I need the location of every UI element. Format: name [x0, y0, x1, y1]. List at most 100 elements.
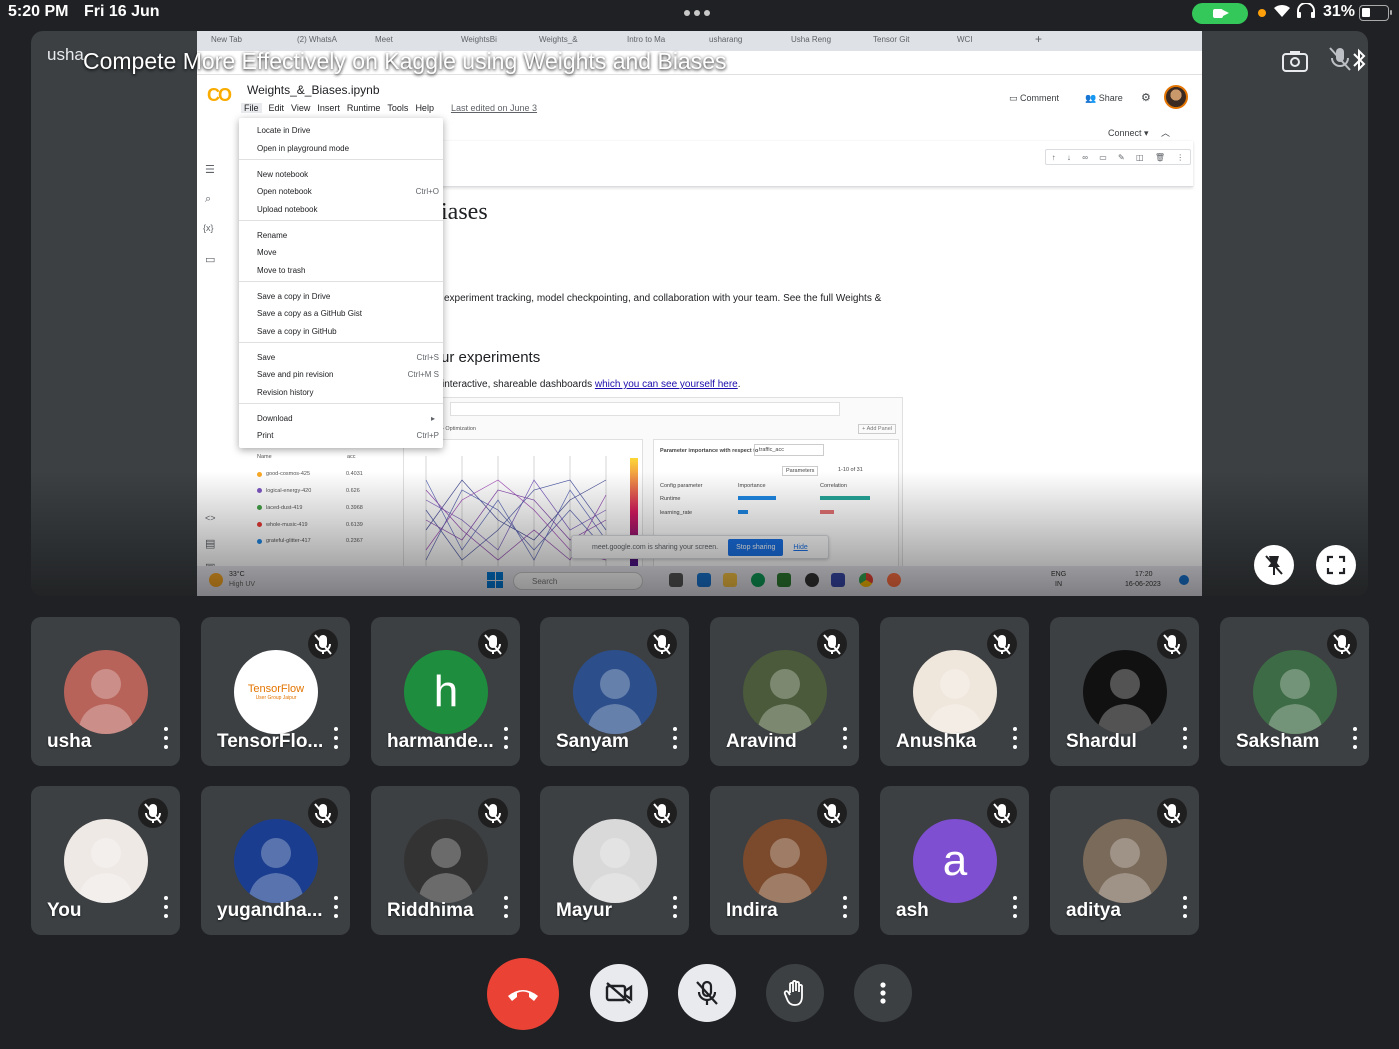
more-vert-icon[interactable] — [1349, 725, 1361, 751]
menu-item[interactable]: Save and pin revision — [257, 370, 334, 379]
browser-tab[interactable]: WeightsBi — [461, 35, 497, 44]
menu-runtime[interactable]: Runtime — [347, 103, 381, 113]
edit-pencil-icon[interactable]: ✎ — [1118, 153, 1125, 162]
menu-item[interactable]: Move to trash — [257, 266, 305, 275]
more-vert-icon[interactable] — [1179, 894, 1191, 920]
participant-tile[interactable]: Shardul — [1050, 617, 1199, 766]
camera-toggle-button[interactable] — [590, 964, 648, 1022]
menu-item[interactable]: Open notebook — [257, 187, 312, 196]
raise-hand-button[interactable] — [766, 964, 824, 1022]
menu-item[interactable]: Upload notebook — [257, 205, 318, 214]
more-vert-icon[interactable] — [160, 725, 172, 751]
browser-tab[interactable]: Tensor Git — [873, 35, 909, 44]
presentation-tile[interactable]: usha New Tab (2) WhatsA Meet WeightsBi W… — [31, 31, 1368, 596]
files-folder-icon[interactable]: ▭ — [205, 253, 215, 266]
more-vert-icon[interactable] — [500, 725, 512, 751]
mirror-cell-icon[interactable]: ◫ — [1136, 153, 1144, 162]
participant-tile[interactable]: usha — [31, 617, 180, 766]
menu-item[interactable]: Save a copy as a GitHub Gist — [257, 309, 362, 318]
command-palette-icon[interactable]: ▤ — [205, 537, 215, 550]
menu-item[interactable]: Locate in Drive — [257, 126, 310, 135]
menu-item[interactable]: Open in playground mode — [257, 144, 349, 153]
browser-tab[interactable]: New Tab — [211, 35, 242, 44]
mic-toggle-button[interactable] — [678, 964, 736, 1022]
table-of-contents-icon[interactable]: ☰ — [205, 163, 215, 176]
comment-button[interactable]: ▭ Comment — [1009, 93, 1059, 104]
comment-icon[interactable]: ▭ — [1099, 153, 1107, 162]
more-options-button[interactable] — [854, 964, 912, 1022]
browser-tab[interactable]: (2) WhatsA — [297, 35, 337, 44]
last-edited-link[interactable]: Last edited on June 3 — [451, 103, 537, 113]
menu-view[interactable]: View — [291, 103, 310, 113]
participant-tile[interactable]: TensorFlow User Group Jaipur TensorFlo... — [201, 617, 350, 766]
menu-insert[interactable]: Insert — [317, 103, 340, 113]
end-call-button[interactable] — [487, 958, 559, 1030]
more-vert-icon[interactable] — [1179, 725, 1191, 751]
more-vert-icon[interactable] — [839, 894, 851, 920]
more-vert-icon[interactable] — [1009, 725, 1021, 751]
browser-tab[interactable]: Usha Reng — [791, 35, 831, 44]
menu-item[interactable]: Download — [257, 414, 293, 423]
move-down-icon[interactable]: ↓ — [1067, 153, 1071, 162]
new-tab-icon[interactable]: + — [1035, 32, 1042, 46]
more-vert-icon[interactable] — [669, 894, 681, 920]
account-avatar[interactable] — [1164, 85, 1188, 109]
participant-tile[interactable]: Anushka — [880, 617, 1029, 766]
participant-tile[interactable]: Sanyam — [540, 617, 689, 766]
more-vert-icon[interactable] — [669, 725, 681, 751]
menu-file[interactable]: File — [241, 103, 262, 113]
menu-item[interactable]: Rename — [257, 231, 287, 240]
participant-tile[interactable]: aditya — [1050, 786, 1199, 935]
more-vert-icon[interactable] — [330, 725, 342, 751]
connect-button[interactable]: Connect ▾ ︿ — [1108, 126, 1170, 139]
menu-item[interactable]: Save a copy in Drive — [257, 292, 330, 301]
menu-item[interactable]: Print — [257, 431, 273, 440]
hide-banner-link[interactable]: Hide — [793, 544, 807, 551]
table-row: grateful-glitter-417 0.2367 — [257, 533, 387, 550]
participant-tile[interactable]: a ash — [880, 786, 1029, 935]
menu-help[interactable]: Help — [415, 103, 434, 113]
switch-camera-icon[interactable] — [1281, 49, 1309, 80]
menu-item[interactable]: New notebook — [257, 170, 308, 179]
move-up-icon[interactable]: ↑ — [1052, 153, 1056, 162]
participant-tile[interactable]: yugandha... — [201, 786, 350, 935]
more-vert-icon[interactable] — [160, 894, 172, 920]
search-icon[interactable]: ⌕ — [205, 193, 211, 206]
fullscreen-button[interactable] — [1316, 545, 1356, 585]
menu-item[interactable]: Save — [257, 353, 275, 362]
video-overlay-title[interactable]: Compete More Effectively on Kaggle using… — [83, 48, 745, 75]
more-vert-icon[interactable] — [839, 725, 851, 751]
participant-tile[interactable]: Saksham — [1220, 617, 1369, 766]
menu-item[interactable]: Revision history — [257, 388, 313, 397]
participant-tile[interactable]: h harmande... — [371, 617, 520, 766]
link-icon[interactable]: ∞ — [1082, 153, 1088, 162]
browser-tab[interactable]: Weights_& — [539, 35, 578, 44]
participant-tile[interactable]: Indira — [710, 786, 859, 935]
menu-item[interactable]: Move — [257, 248, 277, 257]
menu-tools[interactable]: Tools — [387, 103, 408, 113]
variables-icon[interactable]: {x} — [203, 223, 214, 233]
multitasking-dots-icon[interactable] — [684, 10, 710, 16]
unpin-button[interactable] — [1254, 545, 1294, 585]
code-snippets-icon[interactable]: <> — [205, 513, 216, 523]
browser-tab[interactable]: Meet — [375, 35, 393, 44]
more-vert-icon[interactable] — [500, 894, 512, 920]
menu-edit[interactable]: Edit — [269, 103, 285, 113]
settings-gear-icon[interactable]: ⚙ — [1141, 91, 1151, 104]
browser-tab[interactable]: Intro to Ma — [627, 35, 665, 44]
participant-tile[interactable]: Riddhima — [371, 786, 520, 935]
dashboard-link[interactable]: which you can see yourself here — [595, 379, 738, 390]
more-vert-icon[interactable] — [330, 894, 342, 920]
more-vert-icon[interactable]: ⋮ — [1176, 153, 1184, 162]
stop-sharing-button[interactable]: Stop sharing — [728, 538, 784, 556]
more-vert-icon[interactable] — [1009, 894, 1021, 920]
participant-tile[interactable]: You — [31, 786, 180, 935]
browser-tab[interactable]: WCI — [957, 35, 973, 44]
participant-tile[interactable]: Mayur — [540, 786, 689, 935]
delete-trash-icon[interactable]: 🗑 — [1155, 153, 1165, 162]
share-button[interactable]: 👥 Share — [1085, 93, 1123, 104]
browser-tab[interactable]: usharang — [709, 35, 742, 44]
menu-item[interactable]: Save a copy in GitHub — [257, 327, 337, 336]
participant-tile[interactable]: Aravind — [710, 617, 859, 766]
notebook-name[interactable]: Weights_&_Biases.ipynb — [247, 83, 380, 97]
